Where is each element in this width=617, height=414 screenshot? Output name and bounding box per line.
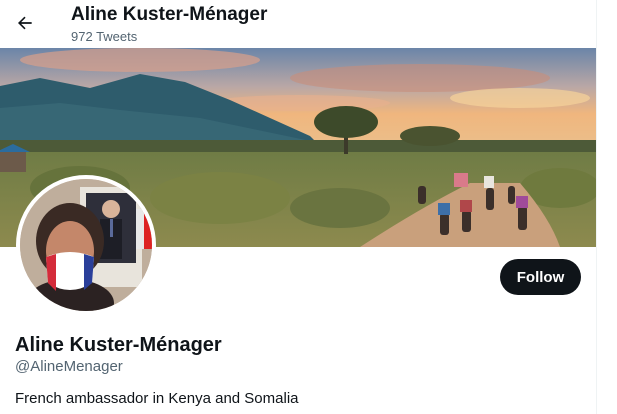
- tweet-count: 972 Tweets: [71, 29, 138, 44]
- column-divider: [596, 0, 597, 414]
- profile-display-name: Aline Kuster-Ménager: [15, 334, 222, 356]
- header-title: Aline Kuster-Ménager: [71, 4, 268, 25]
- follow-button[interactable]: Follow: [500, 259, 581, 295]
- profile-handle: @AlineMenager: [15, 358, 123, 375]
- profile-bio: French ambassador in Kenya and Somalia: [15, 390, 299, 407]
- profile-header-bar: Aline Kuster-Ménager 972 Tweets: [0, 0, 596, 48]
- back-button[interactable]: [8, 6, 42, 40]
- avatar-photo-image: [20, 179, 152, 311]
- profile-avatar[interactable]: [16, 175, 156, 315]
- arrow-left-icon: [18, 16, 32, 30]
